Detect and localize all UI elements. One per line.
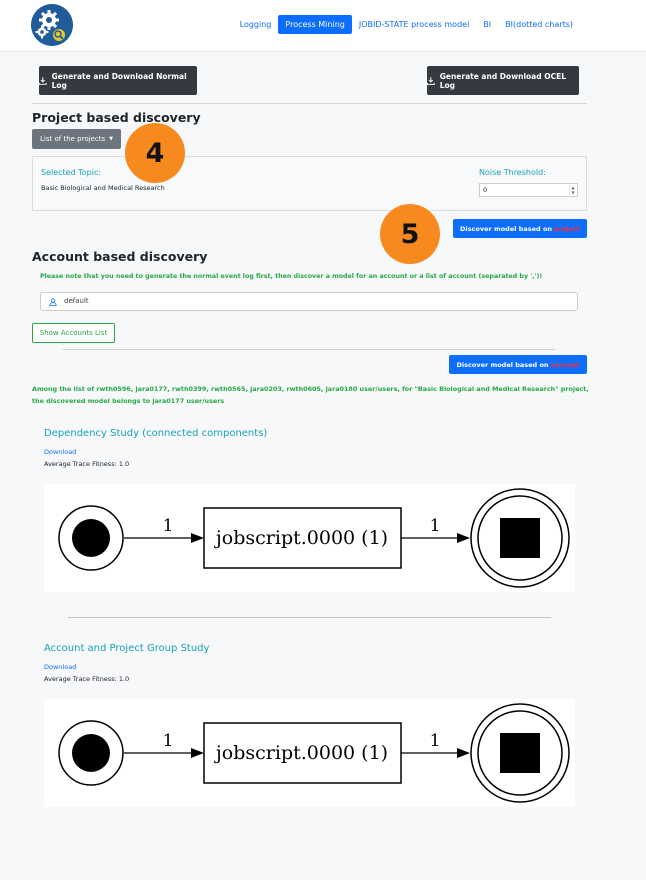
- arrowhead: [191, 533, 204, 543]
- arc-in-label: 1: [163, 731, 174, 751]
- account-discovery-title: Account based discovery: [32, 249, 208, 264]
- download-icon: [427, 76, 435, 85]
- generate-ocel-log-button[interactable]: Generate and Download OCEL Log: [427, 66, 579, 95]
- discover-account-button[interactable]: Discover model based on account: [449, 355, 587, 374]
- generate-normal-log-button[interactable]: Generate and Download Normal Log: [39, 66, 197, 95]
- nav-bi-dotted[interactable]: BI(dotted charts): [498, 15, 580, 34]
- end-place: [470, 488, 570, 588]
- user-icon: [49, 298, 57, 306]
- arc-out-label: 1: [430, 731, 441, 751]
- activity-label: jobscript.0000 (1): [214, 527, 388, 549]
- nav-process-mining[interactable]: Process Mining: [278, 15, 352, 34]
- app-logo[interactable]: [31, 4, 73, 46]
- nav-logging[interactable]: Logging: [233, 15, 279, 34]
- discover-project-button[interactable]: Discover model based on project: [453, 219, 587, 238]
- arrowhead: [191, 748, 204, 758]
- download-icon: [39, 76, 47, 85]
- account-project-study-download-link[interactable]: Download: [44, 663, 76, 671]
- end-place: [470, 703, 570, 803]
- topic-card: Selected Topic: Basic Biological and Med…: [32, 156, 587, 211]
- noise-threshold-input[interactable]: 0 ▲ ▼: [479, 183, 578, 197]
- start-place: [58, 505, 124, 571]
- dependency-study-title: Dependency Study (connected components): [44, 428, 268, 439]
- divider: [63, 349, 555, 350]
- step-badge-5: 5: [380, 204, 440, 264]
- noise-threshold-label: Noise Threshold:: [479, 168, 546, 177]
- projects-dropdown-button[interactable]: List of the projects ▼: [32, 129, 121, 149]
- activity-label: jobscript.0000 (1): [214, 742, 388, 764]
- account-project-study-fitness: Average Trace Fitness: 1.0: [44, 675, 130, 683]
- accounts-input-value: default: [64, 297, 89, 305]
- selected-topic-value: Basic Biological and Medical Research: [41, 184, 165, 192]
- process-model-graph-1: 1 jobscript.0000 (1) 1: [44, 484, 575, 592]
- account-note: Please note that you need to generate th…: [40, 273, 543, 280]
- step-badge-4: 4: [125, 123, 185, 183]
- discovery-result-text: Among the list of rwth0596, jara0177, rw…: [32, 385, 589, 405]
- show-accounts-button[interactable]: Show Accounts List: [32, 323, 115, 343]
- divider: [32, 103, 587, 104]
- dependency-study-fitness: Average Trace Fitness: 1.0: [44, 460, 130, 468]
- process-model-graph-2: 1 jobscript.0000 (1) 1: [44, 699, 575, 807]
- nav-bi[interactable]: BI: [476, 15, 498, 34]
- project-discovery-title: Project based discovery: [32, 110, 201, 125]
- accounts-input[interactable]: default: [40, 292, 578, 311]
- spinner-arrows-icon[interactable]: ▲ ▼: [569, 185, 576, 195]
- gears-icon: [31, 4, 73, 46]
- divider: [68, 617, 551, 618]
- account-project-study-title: Account and Project Group Study: [44, 643, 210, 654]
- navbar: Logging Process Mining JOBID-STATE proce…: [0, 0, 646, 52]
- nav-jobid-state[interactable]: JOBID-STATE process model: [352, 15, 476, 34]
- arrowhead: [457, 533, 470, 543]
- caret-down-icon: ▼: [109, 136, 113, 142]
- arc-in-label: 1: [163, 516, 174, 536]
- start-place: [58, 720, 124, 786]
- arrowhead: [457, 748, 470, 758]
- dependency-study-download-link[interactable]: Download: [44, 448, 76, 456]
- nav-menu: Logging Process Mining JOBID-STATE proce…: [233, 15, 580, 34]
- selected-topic-label: Selected Topic:: [41, 168, 102, 177]
- arc-out-label: 1: [430, 516, 441, 536]
